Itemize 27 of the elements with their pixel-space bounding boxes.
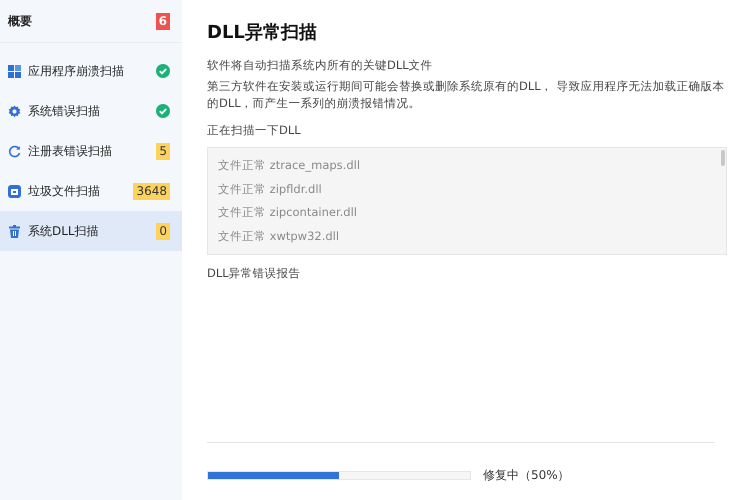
- sidebar-item[interactable]: 系统错误扫描: [0, 91, 182, 131]
- description-text: 软件将自动扫描系统内所有的关键DLL文件: [207, 57, 434, 74]
- trash-icon: [8, 224, 21, 238]
- sidebar-item[interactable]: 系统DLL扫描 0: [0, 211, 182, 251]
- log-line: 文件正常 zipcontainer.dll: [218, 204, 358, 221]
- description-text: 第三方软件在安装或运行期间可能会替换或删除系统原有的DLL， 导致应用程序无法加载正确版本的DLL，而产生一系列的崩溃报错情况。: [207, 78, 726, 112]
- overview-label: 概要: [8, 12, 32, 30]
- count-badge: 6: [156, 12, 170, 30]
- grid-icon: [8, 64, 21, 78]
- log-line: 文件正常 xwtpw32.dll: [218, 228, 340, 244]
- scan-status-label: 正在扫描一下DLL: [207, 122, 302, 139]
- report-label: DLL异常错误报告: [207, 265, 302, 282]
- check-icon: [156, 64, 170, 78]
- box-icon: [8, 184, 21, 198]
- count-badge: 3648: [133, 182, 170, 200]
- sidebar-item[interactable]: 注册表错误扫描 5: [0, 131, 182, 171]
- sidebar-item[interactable]: 垃圾文件扫描 3648: [0, 171, 182, 211]
- sidebar-item[interactable]: 应用程序崩溃扫描: [0, 51, 182, 91]
- log-line: 文件正常 ztrace_maps.dll: [218, 157, 362, 174]
- check-icon: [156, 104, 170, 118]
- count-badge: 0: [156, 222, 170, 240]
- progress-reading: 修复中（50%）: [483, 466, 570, 484]
- page-title: DLL异常扫描: [207, 21, 318, 44]
- log-line: 文件正常 zipfldr.dll: [218, 180, 323, 198]
- count-badge: 5: [156, 142, 170, 160]
- refresh-icon: [8, 144, 21, 158]
- gear-icon: [8, 104, 21, 118]
